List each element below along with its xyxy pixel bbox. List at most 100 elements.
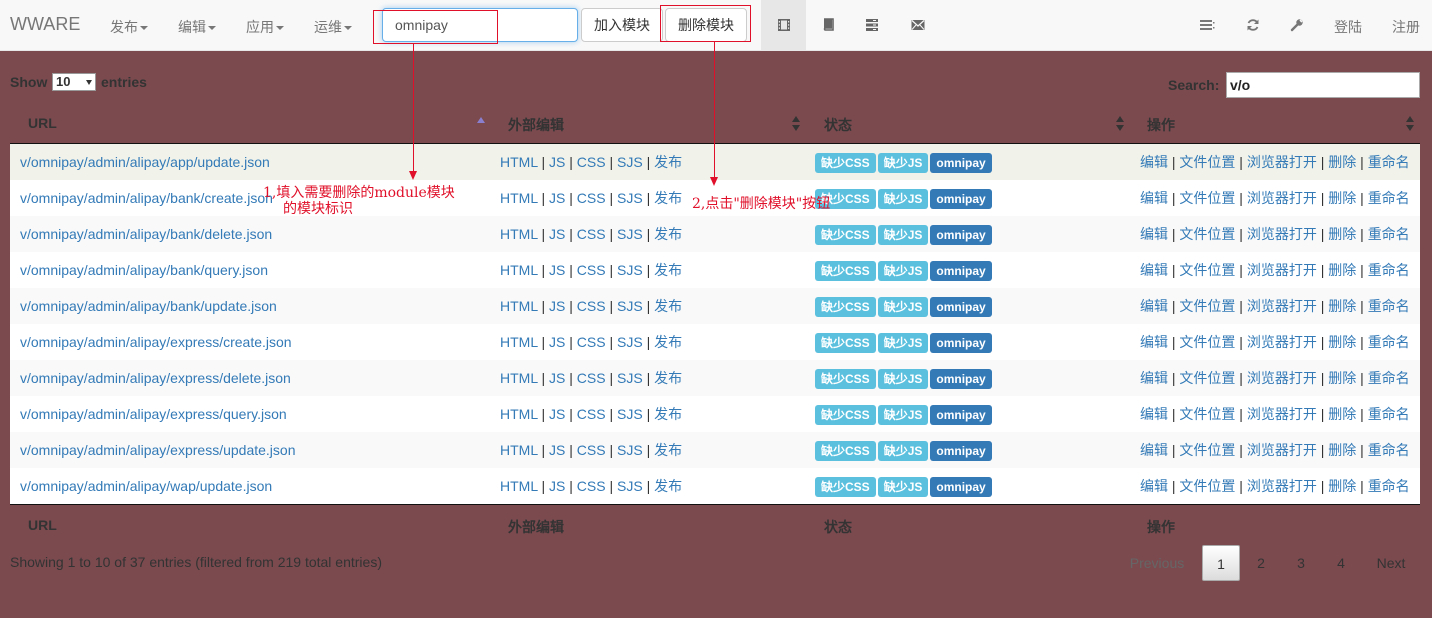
edit-css-link[interactable]: CSS bbox=[577, 442, 606, 458]
column-header-status[interactable]: 状态 bbox=[824, 115, 852, 135]
pagination-previous[interactable]: Previous bbox=[1124, 545, 1190, 581]
edit-html-link[interactable]: HTML bbox=[500, 478, 538, 494]
delete-action[interactable]: 删除 bbox=[1328, 370, 1356, 386]
rename-action[interactable]: 重命名 bbox=[1368, 406, 1410, 422]
menu-ops[interactable]: 运维 bbox=[314, 17, 352, 37]
edit-html-link[interactable]: HTML bbox=[500, 226, 538, 242]
table-row[interactable]: v/omnipay/admin/alipay/bank/delete.json H… bbox=[10, 216, 1420, 252]
url-link[interactable]: v/omnipay/admin/alipay/wap/update.json bbox=[20, 478, 272, 494]
pagination-page-3[interactable]: 3 bbox=[1282, 545, 1320, 581]
table-row[interactable]: v/omnipay/admin/alipay/app/update.json HT… bbox=[10, 144, 1420, 180]
envelope-icon[interactable] bbox=[895, 0, 940, 50]
edit-html-link[interactable]: HTML bbox=[500, 190, 538, 206]
url-link[interactable]: v/omnipay/admin/alipay/express/delete.js… bbox=[20, 370, 291, 386]
pagination-page-4[interactable]: 4 bbox=[1322, 545, 1360, 581]
url-link[interactable]: v/omnipay/admin/alipay/bank/create.json bbox=[20, 190, 273, 206]
table-row[interactable]: v/omnipay/admin/alipay/express/delete.js… bbox=[10, 360, 1420, 396]
table-row[interactable]: v/omnipay/admin/alipay/bank/query.json HT… bbox=[10, 252, 1420, 288]
edit-js-link[interactable]: JS bbox=[549, 442, 565, 458]
edit-action[interactable]: 编辑 bbox=[1140, 406, 1168, 422]
file-location-action[interactable]: 文件位置 bbox=[1179, 334, 1235, 350]
file-location-action[interactable]: 文件位置 bbox=[1179, 370, 1235, 386]
file-location-action[interactable]: 文件位置 bbox=[1179, 154, 1235, 170]
edit-action[interactable]: 编辑 bbox=[1140, 190, 1168, 206]
delete-action[interactable]: 删除 bbox=[1328, 226, 1356, 242]
edit-html-link[interactable]: HTML bbox=[500, 154, 538, 170]
edit-sjs-link[interactable]: SJS bbox=[617, 154, 643, 170]
edit-action[interactable]: 编辑 bbox=[1140, 442, 1168, 458]
rename-action[interactable]: 重命名 bbox=[1368, 226, 1410, 242]
book-icon[interactable] bbox=[805, 0, 850, 50]
edit-css-link[interactable]: CSS bbox=[577, 262, 606, 278]
table-row[interactable]: v/omnipay/admin/alipay/express/update.js… bbox=[10, 432, 1420, 468]
open-in-browser-action[interactable]: 浏览器打开 bbox=[1247, 226, 1317, 242]
table-row[interactable]: v/omnipay/admin/alipay/express/query.jso… bbox=[10, 396, 1420, 432]
file-location-action[interactable]: 文件位置 bbox=[1179, 478, 1235, 494]
publish-link[interactable]: 发布 bbox=[654, 478, 682, 494]
open-in-browser-action[interactable]: 浏览器打开 bbox=[1247, 190, 1317, 206]
file-location-action[interactable]: 文件位置 bbox=[1179, 226, 1235, 242]
edit-html-link[interactable]: HTML bbox=[500, 370, 538, 386]
open-in-browser-action[interactable]: 浏览器打开 bbox=[1247, 370, 1317, 386]
edit-css-link[interactable]: CSS bbox=[577, 226, 606, 242]
refresh-icon[interactable] bbox=[1230, 0, 1275, 50]
edit-action[interactable]: 编辑 bbox=[1140, 334, 1168, 350]
edit-css-link[interactable]: CSS bbox=[577, 478, 606, 494]
pagination-page-1[interactable]: 1 bbox=[1202, 545, 1240, 581]
edit-sjs-link[interactable]: SJS bbox=[617, 298, 643, 314]
edit-action[interactable]: 编辑 bbox=[1140, 478, 1168, 494]
edit-css-link[interactable]: CSS bbox=[577, 298, 606, 314]
file-location-action[interactable]: 文件位置 bbox=[1179, 190, 1235, 206]
publish-link[interactable]: 发布 bbox=[654, 154, 682, 170]
rename-action[interactable]: 重命名 bbox=[1368, 154, 1410, 170]
rename-action[interactable]: 重命名 bbox=[1368, 478, 1410, 494]
film-icon[interactable] bbox=[761, 0, 806, 50]
edit-action[interactable]: 编辑 bbox=[1140, 370, 1168, 386]
table-row[interactable]: v/omnipay/admin/alipay/wap/update.json HT… bbox=[10, 468, 1420, 504]
url-link[interactable]: v/omnipay/admin/alipay/express/update.js… bbox=[20, 442, 296, 458]
pagination-page-2[interactable]: 2 bbox=[1242, 545, 1280, 581]
edit-js-link[interactable]: JS bbox=[549, 190, 565, 206]
file-location-action[interactable]: 文件位置 bbox=[1179, 406, 1235, 422]
publish-link[interactable]: 发布 bbox=[654, 406, 682, 422]
page-length-select[interactable]: 10 bbox=[52, 73, 96, 91]
delete-action[interactable]: 删除 bbox=[1328, 262, 1356, 278]
delete-action[interactable]: 删除 bbox=[1328, 334, 1356, 350]
open-in-browser-action[interactable]: 浏览器打开 bbox=[1247, 406, 1317, 422]
url-link[interactable]: v/omnipay/admin/alipay/app/update.json bbox=[20, 154, 270, 170]
file-location-action[interactable]: 文件位置 bbox=[1179, 442, 1235, 458]
edit-js-link[interactable]: JS bbox=[549, 226, 565, 242]
rename-action[interactable]: 重命名 bbox=[1368, 334, 1410, 350]
edit-js-link[interactable]: JS bbox=[549, 334, 565, 350]
rename-action[interactable]: 重命名 bbox=[1368, 442, 1410, 458]
edit-action[interactable]: 编辑 bbox=[1140, 154, 1168, 170]
edit-js-link[interactable]: JS bbox=[549, 262, 565, 278]
edit-action[interactable]: 编辑 bbox=[1140, 226, 1168, 242]
url-link[interactable]: v/omnipay/admin/alipay/bank/delete.json bbox=[20, 226, 272, 242]
edit-sjs-link[interactable]: SJS bbox=[617, 370, 643, 386]
delete-action[interactable]: 删除 bbox=[1328, 442, 1356, 458]
delete-action[interactable]: 删除 bbox=[1328, 478, 1356, 494]
edit-sjs-link[interactable]: SJS bbox=[617, 406, 643, 422]
open-in-browser-action[interactable]: 浏览器打开 bbox=[1247, 298, 1317, 314]
url-link[interactable]: v/omnipay/admin/alipay/express/query.jso… bbox=[20, 406, 287, 422]
edit-sjs-link[interactable]: SJS bbox=[617, 262, 643, 278]
edit-html-link[interactable]: HTML bbox=[500, 298, 538, 314]
publish-link[interactable]: 发布 bbox=[654, 190, 682, 206]
publish-link[interactable]: 发布 bbox=[654, 298, 682, 314]
publish-link[interactable]: 发布 bbox=[654, 442, 682, 458]
column-header-external-edit[interactable]: 外部编辑 bbox=[508, 115, 564, 135]
edit-sjs-link[interactable]: SJS bbox=[617, 190, 643, 206]
brand[interactable]: WWARE bbox=[10, 14, 80, 35]
open-in-browser-action[interactable]: 浏览器打开 bbox=[1247, 442, 1317, 458]
edit-action[interactable]: 编辑 bbox=[1140, 298, 1168, 314]
delete-action[interactable]: 删除 bbox=[1328, 154, 1356, 170]
file-location-action[interactable]: 文件位置 bbox=[1179, 298, 1235, 314]
publish-link[interactable]: 发布 bbox=[654, 226, 682, 242]
register-link[interactable]: 注册 bbox=[1392, 17, 1420, 37]
wrench-icon[interactable] bbox=[1274, 0, 1319, 50]
menu-edit[interactable]: 编辑 bbox=[178, 17, 216, 37]
search-input[interactable] bbox=[1226, 72, 1420, 98]
url-link[interactable]: v/omnipay/admin/alipay/express/create.js… bbox=[20, 334, 292, 350]
edit-css-link[interactable]: CSS bbox=[577, 190, 606, 206]
